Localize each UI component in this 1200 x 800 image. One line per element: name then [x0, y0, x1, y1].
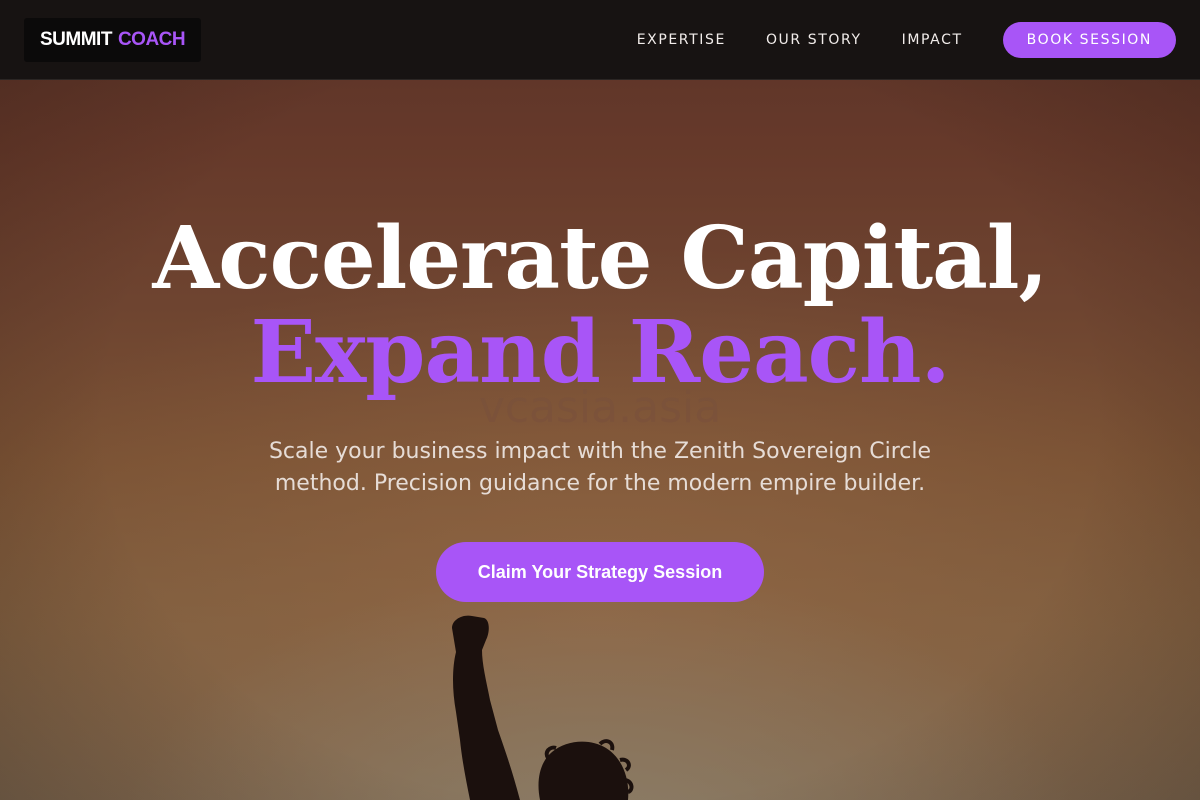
top-navbar: SUMMIT COACH EXPERTISE OUR STORY IMPACT …: [0, 0, 1200, 80]
logo-text-summit: SUMMIT: [40, 28, 112, 50]
claim-strategy-session-button[interactable]: Claim Your Strategy Session: [436, 542, 764, 602]
hero-section: Accelerate Capital, Expand Reach. Scale …: [0, 212, 1200, 602]
headline-line-primary: Accelerate Capital,: [152, 208, 1048, 309]
nav-link-expertise[interactable]: EXPERTISE: [637, 32, 726, 48]
hero-headline: Accelerate Capital, Expand Reach.: [0, 212, 1200, 400]
book-session-button[interactable]: BOOK SESSION: [1002, 21, 1176, 58]
brand-logo[interactable]: SUMMIT COACH: [24, 17, 202, 62]
nav-links: EXPERTISE OUR STORY IMPACT BOOK SESSION: [597, 21, 1176, 58]
hero-subtitle: Scale your business impact with the Zeni…: [268, 439, 932, 496]
logo-text-coach: COACH: [117, 28, 186, 50]
nav-link-impact[interactable]: IMPACT: [902, 32, 963, 48]
landing-page: SUMMIT COACH EXPERTISE OUR STORY IMPACT …: [0, 0, 1200, 800]
nav-link-our-story[interactable]: OUR STORY: [766, 32, 862, 48]
headline-line-accent: Expand Reach.: [250, 302, 950, 403]
